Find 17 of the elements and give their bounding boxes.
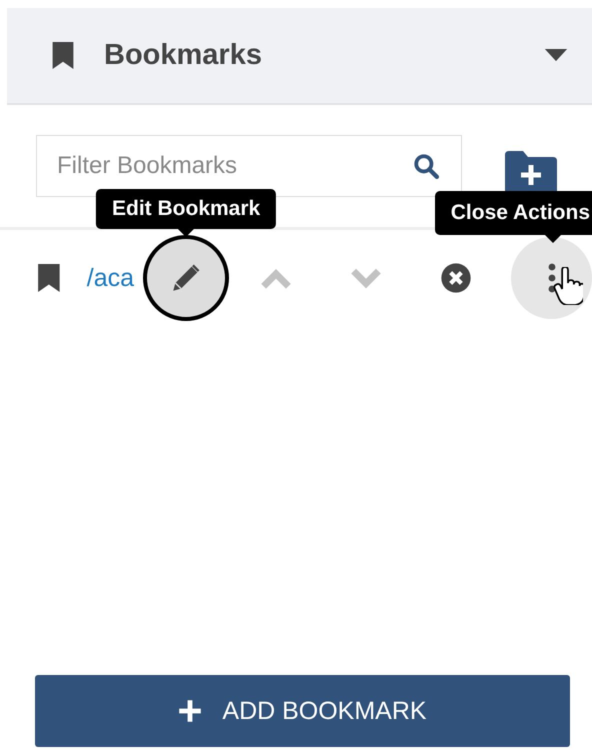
bookmark-icon <box>52 42 74 69</box>
filter-field[interactable]: Filter Bookmarks <box>36 135 462 197</box>
tooltip-pointer-icon <box>545 235 561 243</box>
panel-title: Bookmarks <box>104 39 263 72</box>
hand-cursor-icon <box>553 267 583 305</box>
more-icon <box>548 263 556 293</box>
bookmark-link[interactable]: /aca <box>86 264 142 292</box>
tooltip: Edit Bookmark <box>96 189 276 229</box>
add-bookmark-button[interactable]: ADD BOOKMARK <box>35 675 570 747</box>
remove-button[interactable] <box>440 262 472 294</box>
add-folder-icon[interactable] <box>505 151 557 191</box>
tooltip: Close Actions <box>434 191 592 235</box>
plus-icon <box>178 699 202 723</box>
bookmark-icon <box>38 264 60 292</box>
tooltip-pointer-icon <box>178 229 194 237</box>
caret-icon[interactable] <box>544 49 568 62</box>
search-icon[interactable] <box>413 153 439 179</box>
